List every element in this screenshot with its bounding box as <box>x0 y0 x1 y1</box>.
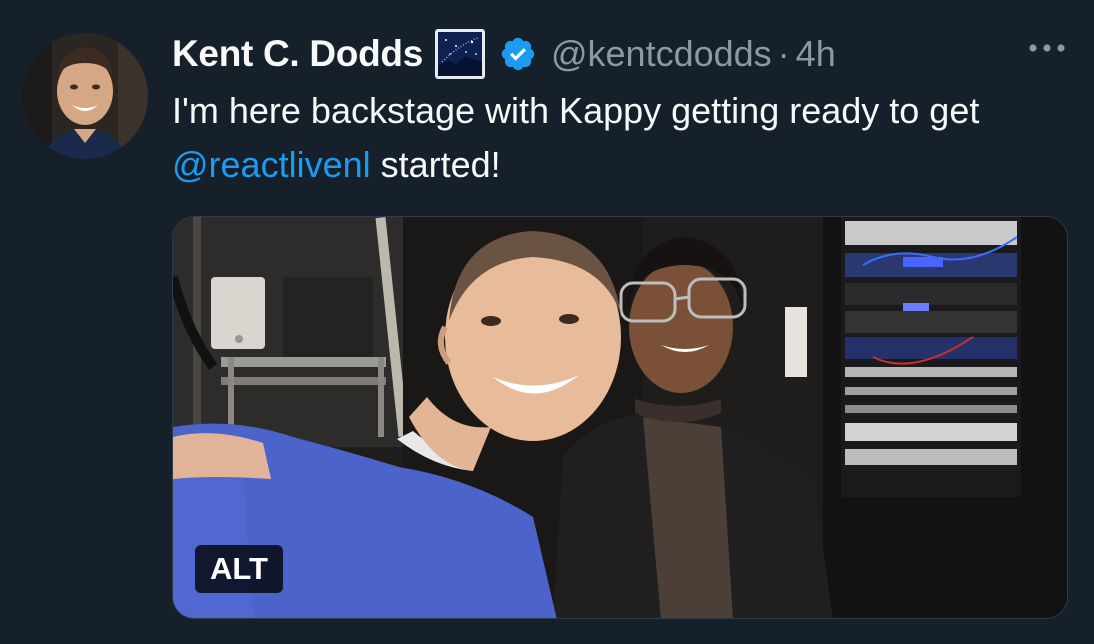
more-options-button[interactable] <box>1022 30 1072 66</box>
more-options-icon <box>1029 44 1065 52</box>
tweet-timestamp[interactable]: 4h <box>796 33 836 75</box>
alt-text-button[interactable]: ALT <box>195 545 283 593</box>
selfie-photo-icon <box>173 217 1067 618</box>
tweet-text-part2: started! <box>370 144 501 185</box>
author-display-name[interactable]: Kent C. Dodds <box>172 33 423 75</box>
author-handle[interactable]: @kentcdodds <box>551 33 772 75</box>
tweet-media-photo[interactable]: ALT <box>172 216 1068 619</box>
tweet-header: Kent C. Dodds @kentcdodds · 4h <box>172 26 836 82</box>
starry-sky-emoji-icon <box>434 29 485 79</box>
separator-dot: · <box>777 33 790 74</box>
tweet: Kent C. Dodds @kentcdodds · 4h I'm here … <box>0 0 1094 644</box>
tweet-text-part1: I'm here backstage with Kappy getting re… <box>172 90 980 131</box>
author-avatar[interactable] <box>22 33 148 159</box>
verified-badge-icon[interactable] <box>499 35 537 73</box>
avatar-photo-icon <box>22 33 148 159</box>
tweet-text: I'm here backstage with Kappy getting re… <box>172 84 1082 192</box>
mention-link[interactable]: @reactlivenl <box>172 144 371 185</box>
